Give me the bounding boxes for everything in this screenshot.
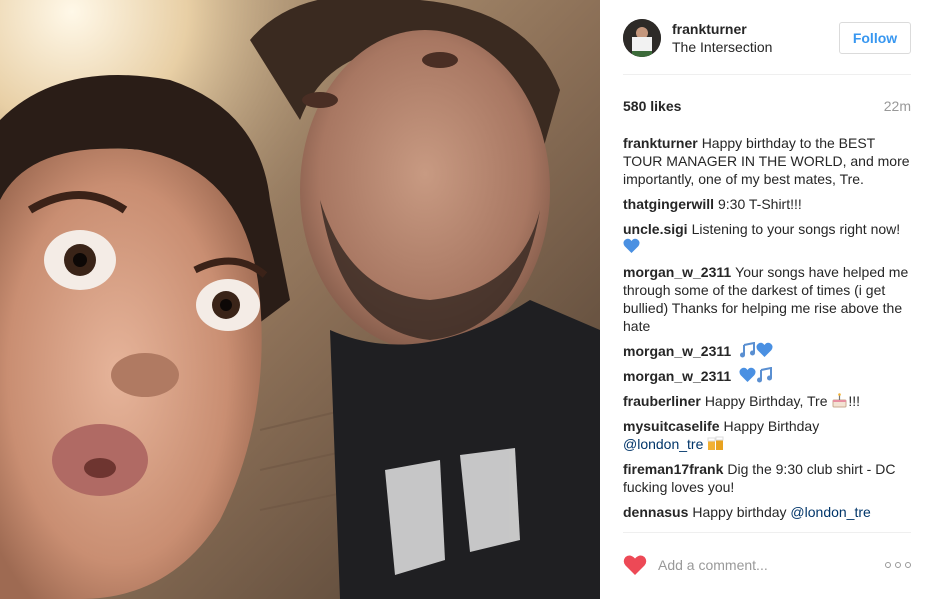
comment: morgan_w_2311 Your songs have helped me t…	[623, 263, 911, 335]
comment-text: Happy birthday	[692, 504, 787, 520]
comment-author[interactable]: morgan_w_2311	[623, 343, 731, 359]
selfie-image	[0, 0, 600, 599]
comment: fireman17frank Dig the 9:30 club shirt - …	[623, 460, 911, 496]
likes-count[interactable]: 580 likes	[623, 98, 681, 114]
comment-author[interactable]: fireman17frank	[623, 461, 723, 477]
location-link[interactable]: The Intersection	[672, 38, 839, 56]
dot	[895, 562, 901, 568]
comment: thatgingerwill 9:30 T-Shirt!!!	[623, 195, 911, 213]
music-notes-icon	[757, 367, 773, 383]
comment: dennasus Happy birthday @london_tre	[623, 503, 911, 521]
user-meta: frankturner The Intersection	[672, 20, 839, 56]
beers-icon	[707, 436, 724, 450]
comment-author[interactable]: thatgingerwill	[623, 196, 714, 212]
avatar[interactable]	[623, 19, 661, 57]
blue-heart-icon	[739, 367, 756, 382]
add-comment-bar	[623, 552, 911, 578]
dot	[885, 562, 891, 568]
blue-heart-icon	[623, 238, 640, 253]
comment: uncle.sigi Listening to your songs right …	[623, 220, 911, 256]
music-notes-icon	[740, 342, 756, 358]
comment-text: Happy Birthday, Tre	[704, 393, 828, 409]
post-header: frankturner The Intersection Follow	[623, 18, 911, 58]
divider	[623, 532, 911, 533]
avatar-image	[623, 19, 661, 57]
divider	[623, 74, 911, 75]
comment-author[interactable]: morgan_w_2311	[623, 368, 731, 384]
username-link[interactable]: frankturner	[672, 20, 839, 38]
more-options-icon[interactable]	[885, 555, 911, 575]
post-stats: 580 likes 22m	[623, 96, 911, 116]
comment-text: 9:30 T-Shirt!!!	[718, 196, 802, 212]
comment-author[interactable]: uncle.sigi	[623, 221, 688, 237]
post-photo[interactable]	[0, 0, 600, 599]
comment-text: Happy Birthday	[723, 418, 820, 434]
comment: frankturner Happy birthday to the BEST TO…	[623, 134, 911, 188]
blue-heart-icon	[756, 342, 773, 357]
comments-list[interactable]: frankturner Happy birthday to the BEST TO…	[623, 134, 911, 530]
comment: mysuitcaselife Happy Birthday @london_tre	[623, 417, 911, 453]
cake-icon	[832, 393, 847, 408]
comment-author[interactable]: frankturner	[623, 135, 698, 151]
comment-input[interactable]	[658, 552, 885, 578]
post-modal: frankturner The Intersection Follow 580 …	[0, 0, 933, 599]
comment-author[interactable]: morgan_w_2311	[623, 264, 731, 280]
comment-author[interactable]: dennasus	[623, 504, 688, 520]
heart-icon[interactable]	[623, 554, 647, 576]
comment-author[interactable]: frauberliner	[623, 393, 701, 409]
comment-author[interactable]: mysuitcaselife	[623, 418, 720, 434]
comment-suffix: !!!	[848, 393, 861, 409]
follow-button[interactable]: Follow	[839, 22, 911, 54]
mention-link[interactable]: @london_tre	[623, 436, 703, 452]
comment: morgan_w_2311	[623, 367, 911, 385]
post-time[interactable]: 22m	[884, 98, 911, 114]
comment: frauberliner Happy Birthday, Tre !!!	[623, 392, 911, 410]
dot	[905, 562, 911, 568]
post-sidebar: frankturner The Intersection Follow 580 …	[600, 0, 933, 599]
mention-link[interactable]: @london_tre	[790, 504, 870, 520]
comment-text: Listening to your songs right now!	[691, 221, 901, 237]
comment: morgan_w_2311	[623, 342, 911, 360]
